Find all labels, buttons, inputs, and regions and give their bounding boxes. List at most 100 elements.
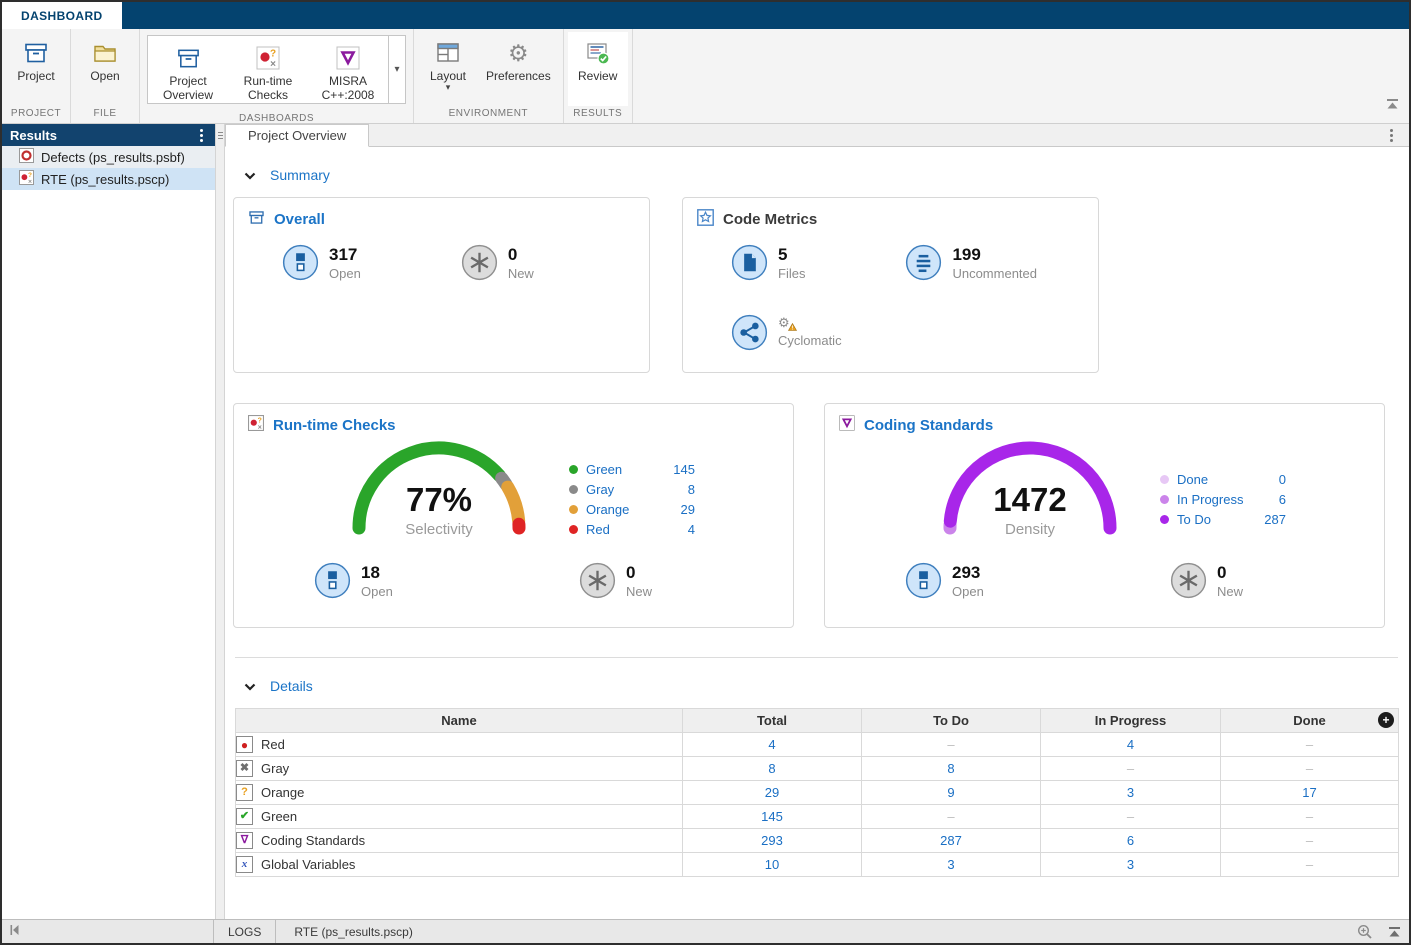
- group-label-file: FILE: [71, 106, 139, 123]
- details-section-heading[interactable]: Details: [244, 678, 1395, 694]
- coding-open-stat[interactable]: 293Open: [905, 562, 984, 604]
- svg-text:!: !: [792, 326, 794, 331]
- files-stat[interactable]: 5Files: [731, 244, 805, 286]
- overall-new-stat[interactable]: 0New: [461, 244, 534, 286]
- results-panel-header: Results: [2, 124, 215, 146]
- runtime-new-stat[interactable]: 0New: [579, 562, 652, 604]
- tab-dashboard[interactable]: DASHBOARD: [2, 2, 122, 29]
- project-overview-button[interactable]: Project Overview: [148, 36, 228, 103]
- legend-item-in-progress[interactable]: In Progress6: [1160, 489, 1286, 509]
- layout-grid-icon: [435, 37, 461, 69]
- misra-triangle-icon: [336, 42, 360, 74]
- zoom-in-icon[interactable]: [1350, 920, 1380, 943]
- app-window: DASHBOARD Project PROJECT Open: [0, 0, 1411, 945]
- global-variables-icon: x: [236, 856, 253, 873]
- cell-in-progress[interactable]: 4: [1041, 733, 1221, 757]
- legend-item-red[interactable]: Red4: [569, 519, 695, 539]
- cell-in-progress[interactable]: 3: [1041, 781, 1221, 805]
- legend-item-orange[interactable]: Orange29: [569, 499, 695, 519]
- open-button[interactable]: Open: [75, 32, 135, 106]
- collapse-left-panel-icon[interactable]: [8, 924, 21, 939]
- table-row-green[interactable]: ✔Green 145 – – –: [236, 805, 1399, 829]
- metric-warning-gear-icon: ⚙!: [778, 314, 794, 329]
- table-row-orange[interactable]: ?Orange 29 9 3 17: [236, 781, 1399, 805]
- column-header-in-progress[interactable]: In Progress: [1041, 709, 1221, 733]
- cell-total[interactable]: 10: [683, 853, 862, 877]
- runtime-open-stat[interactable]: 18Open: [314, 562, 393, 604]
- table-row-global-variables[interactable]: xGlobal Variables 10 3 3 –: [236, 853, 1399, 877]
- density-gauge: 1472 Density: [925, 428, 1135, 568]
- rte-icon: ?×: [19, 170, 34, 188]
- cell-todo[interactable]: 9: [862, 781, 1041, 805]
- sidebar-splitter[interactable]: [215, 124, 225, 919]
- cyclomatic-stat[interactable]: ⚙! Cyclomatic: [731, 314, 842, 356]
- gray-dot-icon: [569, 485, 578, 494]
- in-progress-dot-icon: [1160, 495, 1169, 504]
- red-check-icon: ●: [236, 736, 253, 753]
- legend-item-green[interactable]: Green145: [569, 459, 695, 479]
- gallery-dropdown-arrow[interactable]: ▾: [388, 36, 405, 103]
- preferences-button[interactable]: ⚙ Preferences: [478, 32, 559, 106]
- ribbon-group-environment: Layout ▾ ⚙ Preferences ENVIRONMENT: [414, 29, 564, 123]
- cell-todo[interactable]: 8: [862, 757, 1041, 781]
- ribbon-toolbar: Project PROJECT Open FILE: [2, 29, 1409, 124]
- misra-button[interactable]: MISRA C++:2008: [308, 36, 388, 103]
- content-area: Results Defects (ps_results.psbf) ?× RTE…: [2, 124, 1409, 919]
- splitter-grip-icon: [218, 132, 223, 139]
- legend-item-gray[interactable]: Gray8: [569, 479, 695, 499]
- column-header-name[interactable]: Name: [236, 709, 683, 733]
- logs-tab[interactable]: LOGS: [214, 920, 276, 943]
- ribbon-group-project: Project PROJECT: [2, 29, 71, 123]
- cell-done: –: [1221, 805, 1399, 829]
- coding-new-stat[interactable]: 0New: [1170, 562, 1243, 604]
- cell-todo[interactable]: 287: [862, 829, 1041, 853]
- ribbon-collapse-icon[interactable]: [1385, 97, 1400, 115]
- new-results-icon: [461, 244, 498, 286]
- summary-section-heading[interactable]: Summary: [244, 167, 1395, 183]
- add-column-button[interactable]: +: [1378, 712, 1394, 728]
- table-row-gray[interactable]: ✖Gray 8 8 – –: [236, 757, 1399, 781]
- uncommented-stat[interactable]: 199Uncommented: [905, 244, 1037, 286]
- sidebar-item-rte[interactable]: ?× RTE (ps_results.pscp): [2, 168, 215, 190]
- open-results-icon: [905, 562, 942, 604]
- cell-total[interactable]: 145: [683, 805, 862, 829]
- project-button[interactable]: Project: [6, 32, 66, 106]
- ribbon-group-results: Review RESULTS: [564, 29, 633, 123]
- overall-card: Overall 317Open: [233, 197, 650, 373]
- cell-in-progress: –: [1041, 805, 1221, 829]
- cell-todo[interactable]: 3: [862, 853, 1041, 877]
- cell-total[interactable]: 29: [683, 781, 862, 805]
- tabstrip-menu-icon[interactable]: [1386, 127, 1397, 144]
- cell-total[interactable]: 4: [683, 733, 862, 757]
- cell-total[interactable]: 8: [683, 757, 862, 781]
- table-header-row: Name Total To Do In Progress Done +: [236, 709, 1399, 733]
- results-menu-icon[interactable]: [196, 127, 207, 144]
- layout-button[interactable]: Layout ▾: [418, 32, 478, 106]
- cell-total[interactable]: 293: [683, 829, 862, 853]
- svg-text:×: ×: [258, 424, 262, 431]
- review-button[interactable]: Review: [568, 32, 628, 106]
- main-panel: Project Overview Summary: [225, 124, 1409, 919]
- sidebar-item-defects[interactable]: Defects (ps_results.psbf): [2, 146, 215, 168]
- legend-item-done[interactable]: Done0: [1160, 469, 1286, 489]
- cell-done[interactable]: 17: [1221, 781, 1399, 805]
- cell-todo: –: [862, 733, 1041, 757]
- overall-open-stat[interactable]: 317Open: [282, 244, 361, 286]
- table-row-red[interactable]: ●Red 4 – 4 –: [236, 733, 1399, 757]
- cell-in-progress[interactable]: 6: [1041, 829, 1221, 853]
- group-label-project: PROJECT: [2, 106, 70, 123]
- cell-in-progress[interactable]: 3: [1041, 853, 1221, 877]
- tab-project-overview[interactable]: Project Overview: [225, 124, 369, 147]
- column-header-done[interactable]: Done +: [1221, 709, 1399, 733]
- column-header-total[interactable]: Total: [683, 709, 862, 733]
- runtime-checks-button[interactable]: ?× Run-time Checks: [228, 36, 308, 103]
- statusbar-doc-tab[interactable]: RTE (ps_results.pscp): [276, 920, 430, 943]
- group-label-environment: ENVIRONMENT: [414, 106, 563, 123]
- table-row-coding-standards[interactable]: ∇Coding Standards 293 287 6 –: [236, 829, 1399, 853]
- cell-done: –: [1221, 757, 1399, 781]
- collapse-bottom-panel-icon[interactable]: [1380, 920, 1409, 943]
- overall-box-icon: [248, 209, 265, 230]
- svg-text:×: ×: [28, 179, 32, 186]
- column-header-todo[interactable]: To Do: [862, 709, 1041, 733]
- legend-item-to-do[interactable]: To Do287: [1160, 509, 1286, 529]
